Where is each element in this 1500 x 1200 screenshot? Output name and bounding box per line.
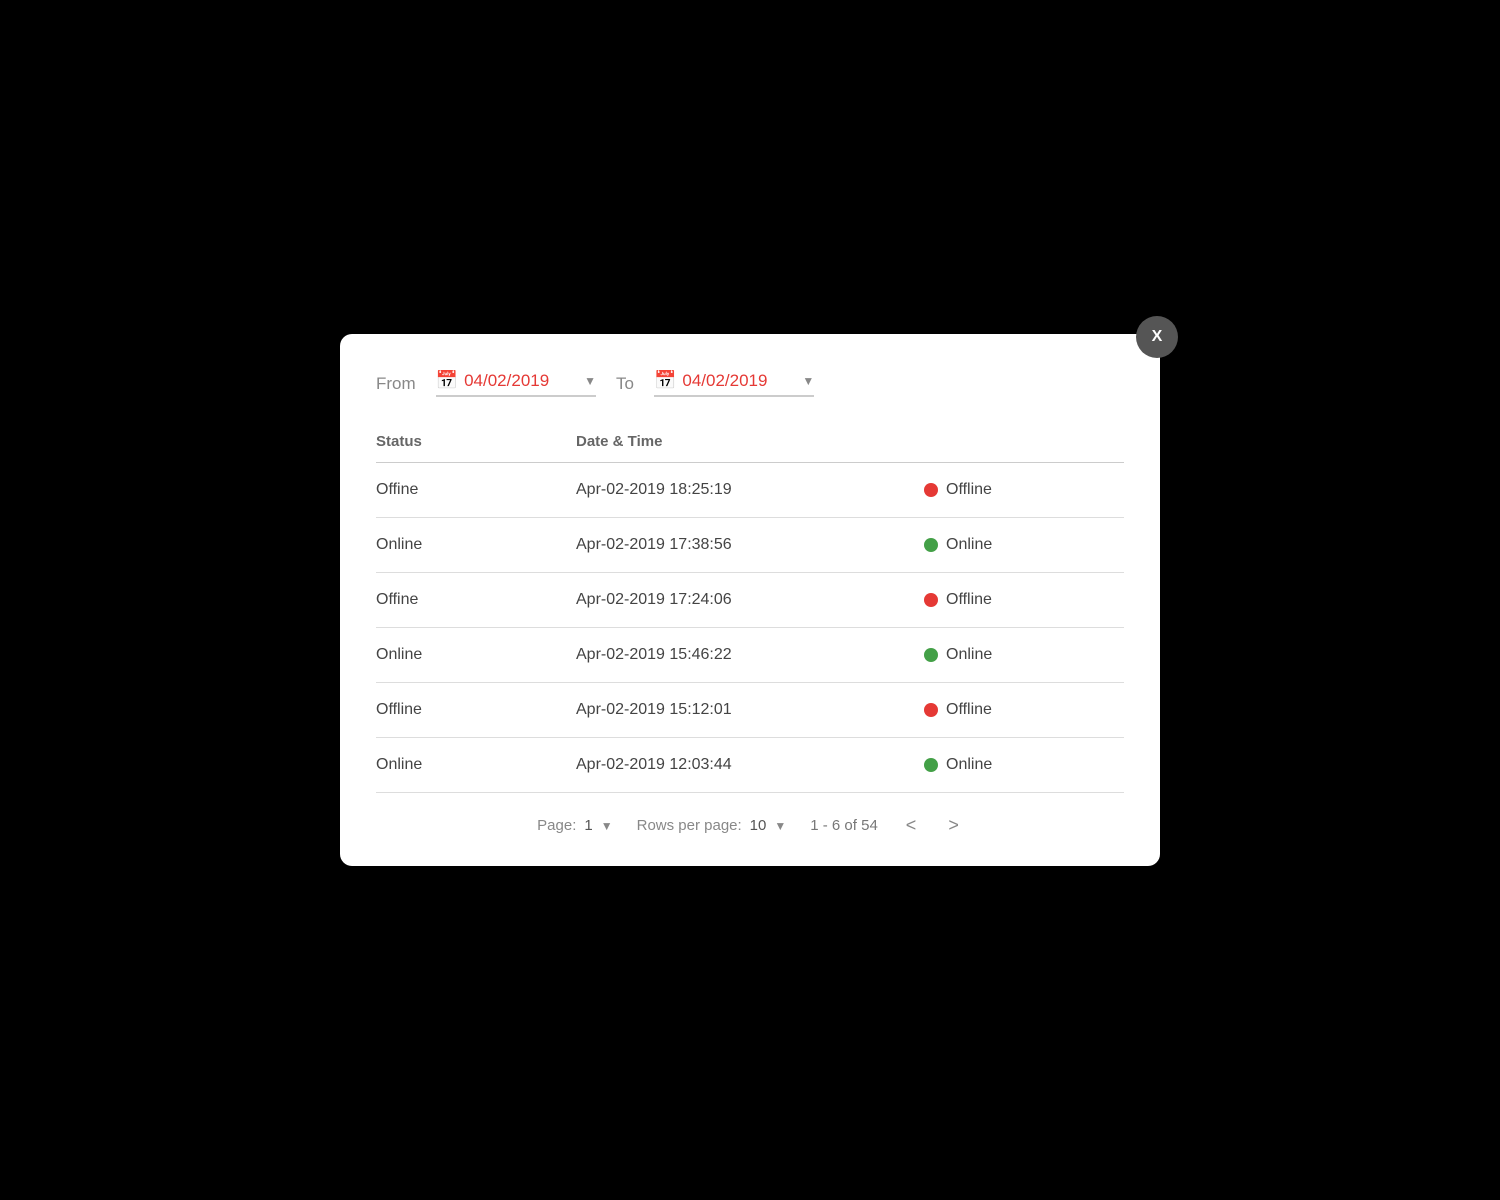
from-label: From [376,374,416,394]
calendar-to-icon: 📅 [654,370,676,391]
col-status-header: Status [376,433,576,450]
offline-dot-icon [924,483,938,497]
rows-select[interactable]: 10 ▼ [750,817,787,834]
row-datetime: Apr-02-2019 17:38:56 [576,536,924,554]
row-datetime: Apr-02-2019 15:46:22 [576,646,924,664]
offline-dot-icon [924,703,938,717]
row-badge: Online [924,536,1124,554]
row-status: Offine [376,481,576,499]
page-number: 1 [584,817,592,834]
row-datetime: Apr-02-2019 18:25:19 [576,481,924,499]
to-date-picker[interactable]: 📅 04/02/2019 ▼ [654,370,814,397]
prev-page-button[interactable]: < [902,815,921,836]
online-dot-icon [924,538,938,552]
badge-label: Offline [946,481,992,499]
online-dot-icon [924,648,938,662]
row-badge: Offline [924,481,1124,499]
pagination-bar: Page: 1 ▼ Rows per page: 10 ▼ 1 - 6 of 5… [376,815,1124,836]
row-status: Online [376,536,576,554]
next-page-button[interactable]: > [944,815,963,836]
rows-selector-group: Rows per page: 10 ▼ [637,817,787,834]
page-range: 1 - 6 of 54 [810,817,878,834]
row-status: Offine [376,591,576,609]
row-status: Online [376,646,576,664]
rows-number: 10 [750,817,767,834]
page-dropdown-arrow-icon: ▼ [601,819,613,833]
offline-dot-icon [924,593,938,607]
close-button[interactable]: X [1136,316,1178,358]
rows-dropdown-arrow-icon: ▼ [774,819,786,833]
row-badge: Offline [924,591,1124,609]
page-label: Page: [537,817,576,834]
badge-label: Online [946,646,992,664]
date-filter-row: From 📅 04/02/2019 ▼ To 📅 04/02/2019 ▼ [376,370,1124,397]
modal-dialog: From 📅 04/02/2019 ▼ To 📅 04/02/2019 ▼ St… [340,334,1160,866]
table-row: Offine Apr-02-2019 17:24:06 Offline [376,573,1124,628]
to-dropdown-arrow-icon: ▼ [802,374,814,388]
table-row: Offline Apr-02-2019 15:12:01 Offline [376,683,1124,738]
calendar-from-icon: 📅 [436,370,458,391]
row-badge: Online [924,756,1124,774]
table-row: Online Apr-02-2019 15:46:22 Online [376,628,1124,683]
row-datetime: Apr-02-2019 15:12:01 [576,701,924,719]
modal-wrapper: X From 📅 04/02/2019 ▼ To 📅 04/02/2019 ▼ … [340,334,1160,866]
rows-label: Rows per page: [637,817,742,834]
table-row: Offine Apr-02-2019 18:25:19 Offline [376,463,1124,518]
table-header: Status Date & Time [376,425,1124,463]
from-date-picker[interactable]: 📅 04/02/2019 ▼ [436,370,596,397]
row-status: Offline [376,701,576,719]
row-status: Online [376,756,576,774]
badge-label: Online [946,536,992,554]
online-dot-icon [924,758,938,772]
table-row: Online Apr-02-2019 12:03:44 Online [376,738,1124,793]
status-table: Status Date & Time Offine Apr-02-2019 18… [376,425,1124,793]
row-datetime: Apr-02-2019 12:03:44 [576,756,924,774]
from-dropdown-arrow-icon: ▼ [584,374,596,388]
badge-label: Offline [946,591,992,609]
row-badge: Offline [924,701,1124,719]
col-datetime-header: Date & Time [576,433,924,450]
to-date-value: 04/02/2019 [682,371,792,391]
to-label: To [616,374,634,394]
badge-label: Offline [946,701,992,719]
row-datetime: Apr-02-2019 17:24:06 [576,591,924,609]
page-selector-group: Page: 1 ▼ [537,817,612,834]
col-badge-header [924,433,1124,450]
table-body: Offine Apr-02-2019 18:25:19 Offline Onli… [376,463,1124,793]
badge-label: Online [946,756,992,774]
page-select[interactable]: 1 ▼ [584,817,612,834]
table-row: Online Apr-02-2019 17:38:56 Online [376,518,1124,573]
from-date-value: 04/02/2019 [464,371,574,391]
row-badge: Online [924,646,1124,664]
